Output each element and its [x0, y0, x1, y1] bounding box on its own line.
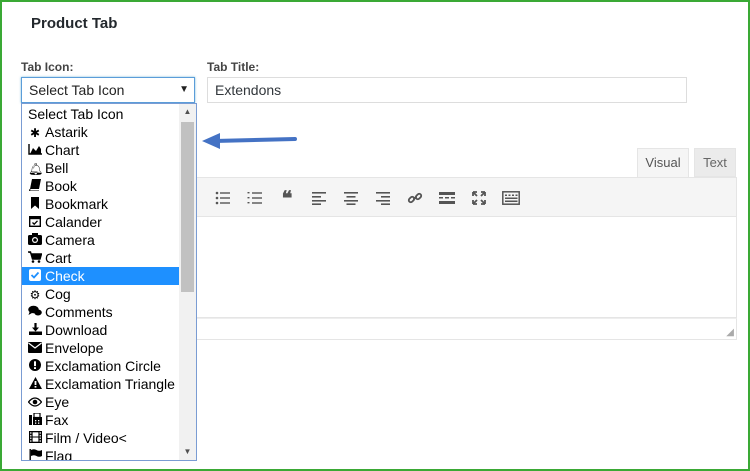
dropdown-option-exclamation-circle[interactable]: Exclamation Circle	[22, 357, 180, 375]
dropdown-option-exclamation-triangle[interactable]: Exclamation Triangle	[22, 375, 180, 393]
tab-icon-dropdown-list[interactable]: Select Tab Icon ✱ Astarik Chart 🔔︎ Bell Bo…	[21, 103, 197, 461]
scroll-down-icon[interactable]: ▼	[179, 444, 196, 460]
cog-icon: ⚙	[29, 288, 41, 302]
bookmark-icon	[28, 196, 42, 214]
tab-title-label: Tab Title:	[207, 60, 260, 74]
tab-icon-label: Tab Icon:	[21, 60, 74, 74]
tab-visual[interactable]: Visual	[637, 148, 689, 177]
align-right-icon[interactable]	[371, 186, 395, 210]
toolbar-toggle-icon[interactable]	[499, 186, 523, 210]
calendar-check-icon	[28, 214, 42, 232]
numbered-list-icon[interactable]	[243, 186, 267, 210]
tab-icon-select[interactable]: Select Tab Icon ▼	[21, 77, 195, 103]
chevron-down-icon: ▼	[179, 84, 189, 95]
tab-icon-select-value: Select Tab Icon	[29, 82, 125, 98]
dropdown-option-cog[interactable]: ⚙ Cog	[22, 285, 180, 303]
dropdown-option-astarik[interactable]: ✱ Astarik	[22, 123, 180, 141]
dropdown-option-envelope[interactable]: Envelope	[22, 339, 180, 357]
fullscreen-icon[interactable]	[467, 186, 491, 210]
eye-icon	[27, 394, 43, 412]
blockquote-icon[interactable]: ❝	[275, 186, 299, 210]
dropdown-option-flag[interactable]: Flag	[22, 447, 180, 460]
film-icon	[28, 430, 42, 448]
download-icon	[28, 322, 42, 340]
dropdown-option-bell[interactable]: 🔔︎ Bell	[22, 159, 180, 177]
scroll-up-icon[interactable]: ▲	[179, 104, 196, 120]
scrollbar-thumb[interactable]	[181, 122, 194, 292]
fax-icon	[28, 412, 42, 430]
cart-icon	[28, 250, 43, 268]
editor-statusbar: ◢	[196, 318, 737, 340]
align-left-icon[interactable]	[307, 186, 331, 210]
dropdown-option-download[interactable]: Download	[22, 321, 180, 339]
camera-icon	[28, 232, 42, 250]
tab-text[interactable]: Text	[694, 148, 736, 177]
dropdown-option-comments[interactable]: Comments	[22, 303, 180, 321]
dropdown-option-book[interactable]: Book	[22, 177, 180, 195]
link-icon[interactable]	[403, 186, 427, 210]
comments-icon	[28, 304, 42, 322]
envelope-icon	[28, 340, 42, 358]
dropdown-option-bookmark[interactable]: Bookmark	[22, 195, 180, 213]
editor-toolbar: ❝	[196, 177, 737, 217]
dropdown-option-cart[interactable]: Cart	[22, 249, 180, 267]
editor-content-area[interactable]	[196, 217, 737, 318]
annotation-arrow-icon	[202, 133, 297, 149]
dropdown-option-eye[interactable]: Eye	[22, 393, 180, 411]
read-more-icon[interactable]	[435, 186, 459, 210]
bell-icon: 🔔︎	[28, 162, 44, 176]
resize-handle-icon[interactable]: ◢	[726, 327, 734, 338]
asterisk-icon: ✱	[29, 126, 41, 140]
panel-title: Product Tab	[31, 15, 118, 32]
dropdown-option-chart[interactable]: Chart	[22, 141, 180, 159]
area-chart-icon	[28, 142, 42, 160]
book-icon	[28, 178, 42, 196]
bullet-list-icon[interactable]	[211, 186, 235, 210]
dropdown-option-placeholder[interactable]: Select Tab Icon	[22, 105, 180, 123]
tab-title-input[interactable]: Extendons	[207, 77, 687, 103]
align-center-icon[interactable]	[339, 186, 363, 210]
dropdown-option-calander[interactable]: Calander	[22, 213, 180, 231]
dropdown-option-film-video[interactable]: Film / Video<	[22, 429, 180, 447]
dropdown-scrollbar[interactable]: ▲ ▼	[179, 104, 196, 460]
dropdown-option-camera[interactable]: Camera	[22, 231, 180, 249]
dropdown-option-check[interactable]: Check	[22, 267, 180, 285]
check-square-icon	[28, 268, 42, 286]
dropdown-option-fax[interactable]: Fax	[22, 411, 180, 429]
flag-icon	[28, 448, 42, 460]
exclamation-circle-icon	[28, 358, 42, 376]
exclamation-triangle-icon	[28, 376, 42, 394]
